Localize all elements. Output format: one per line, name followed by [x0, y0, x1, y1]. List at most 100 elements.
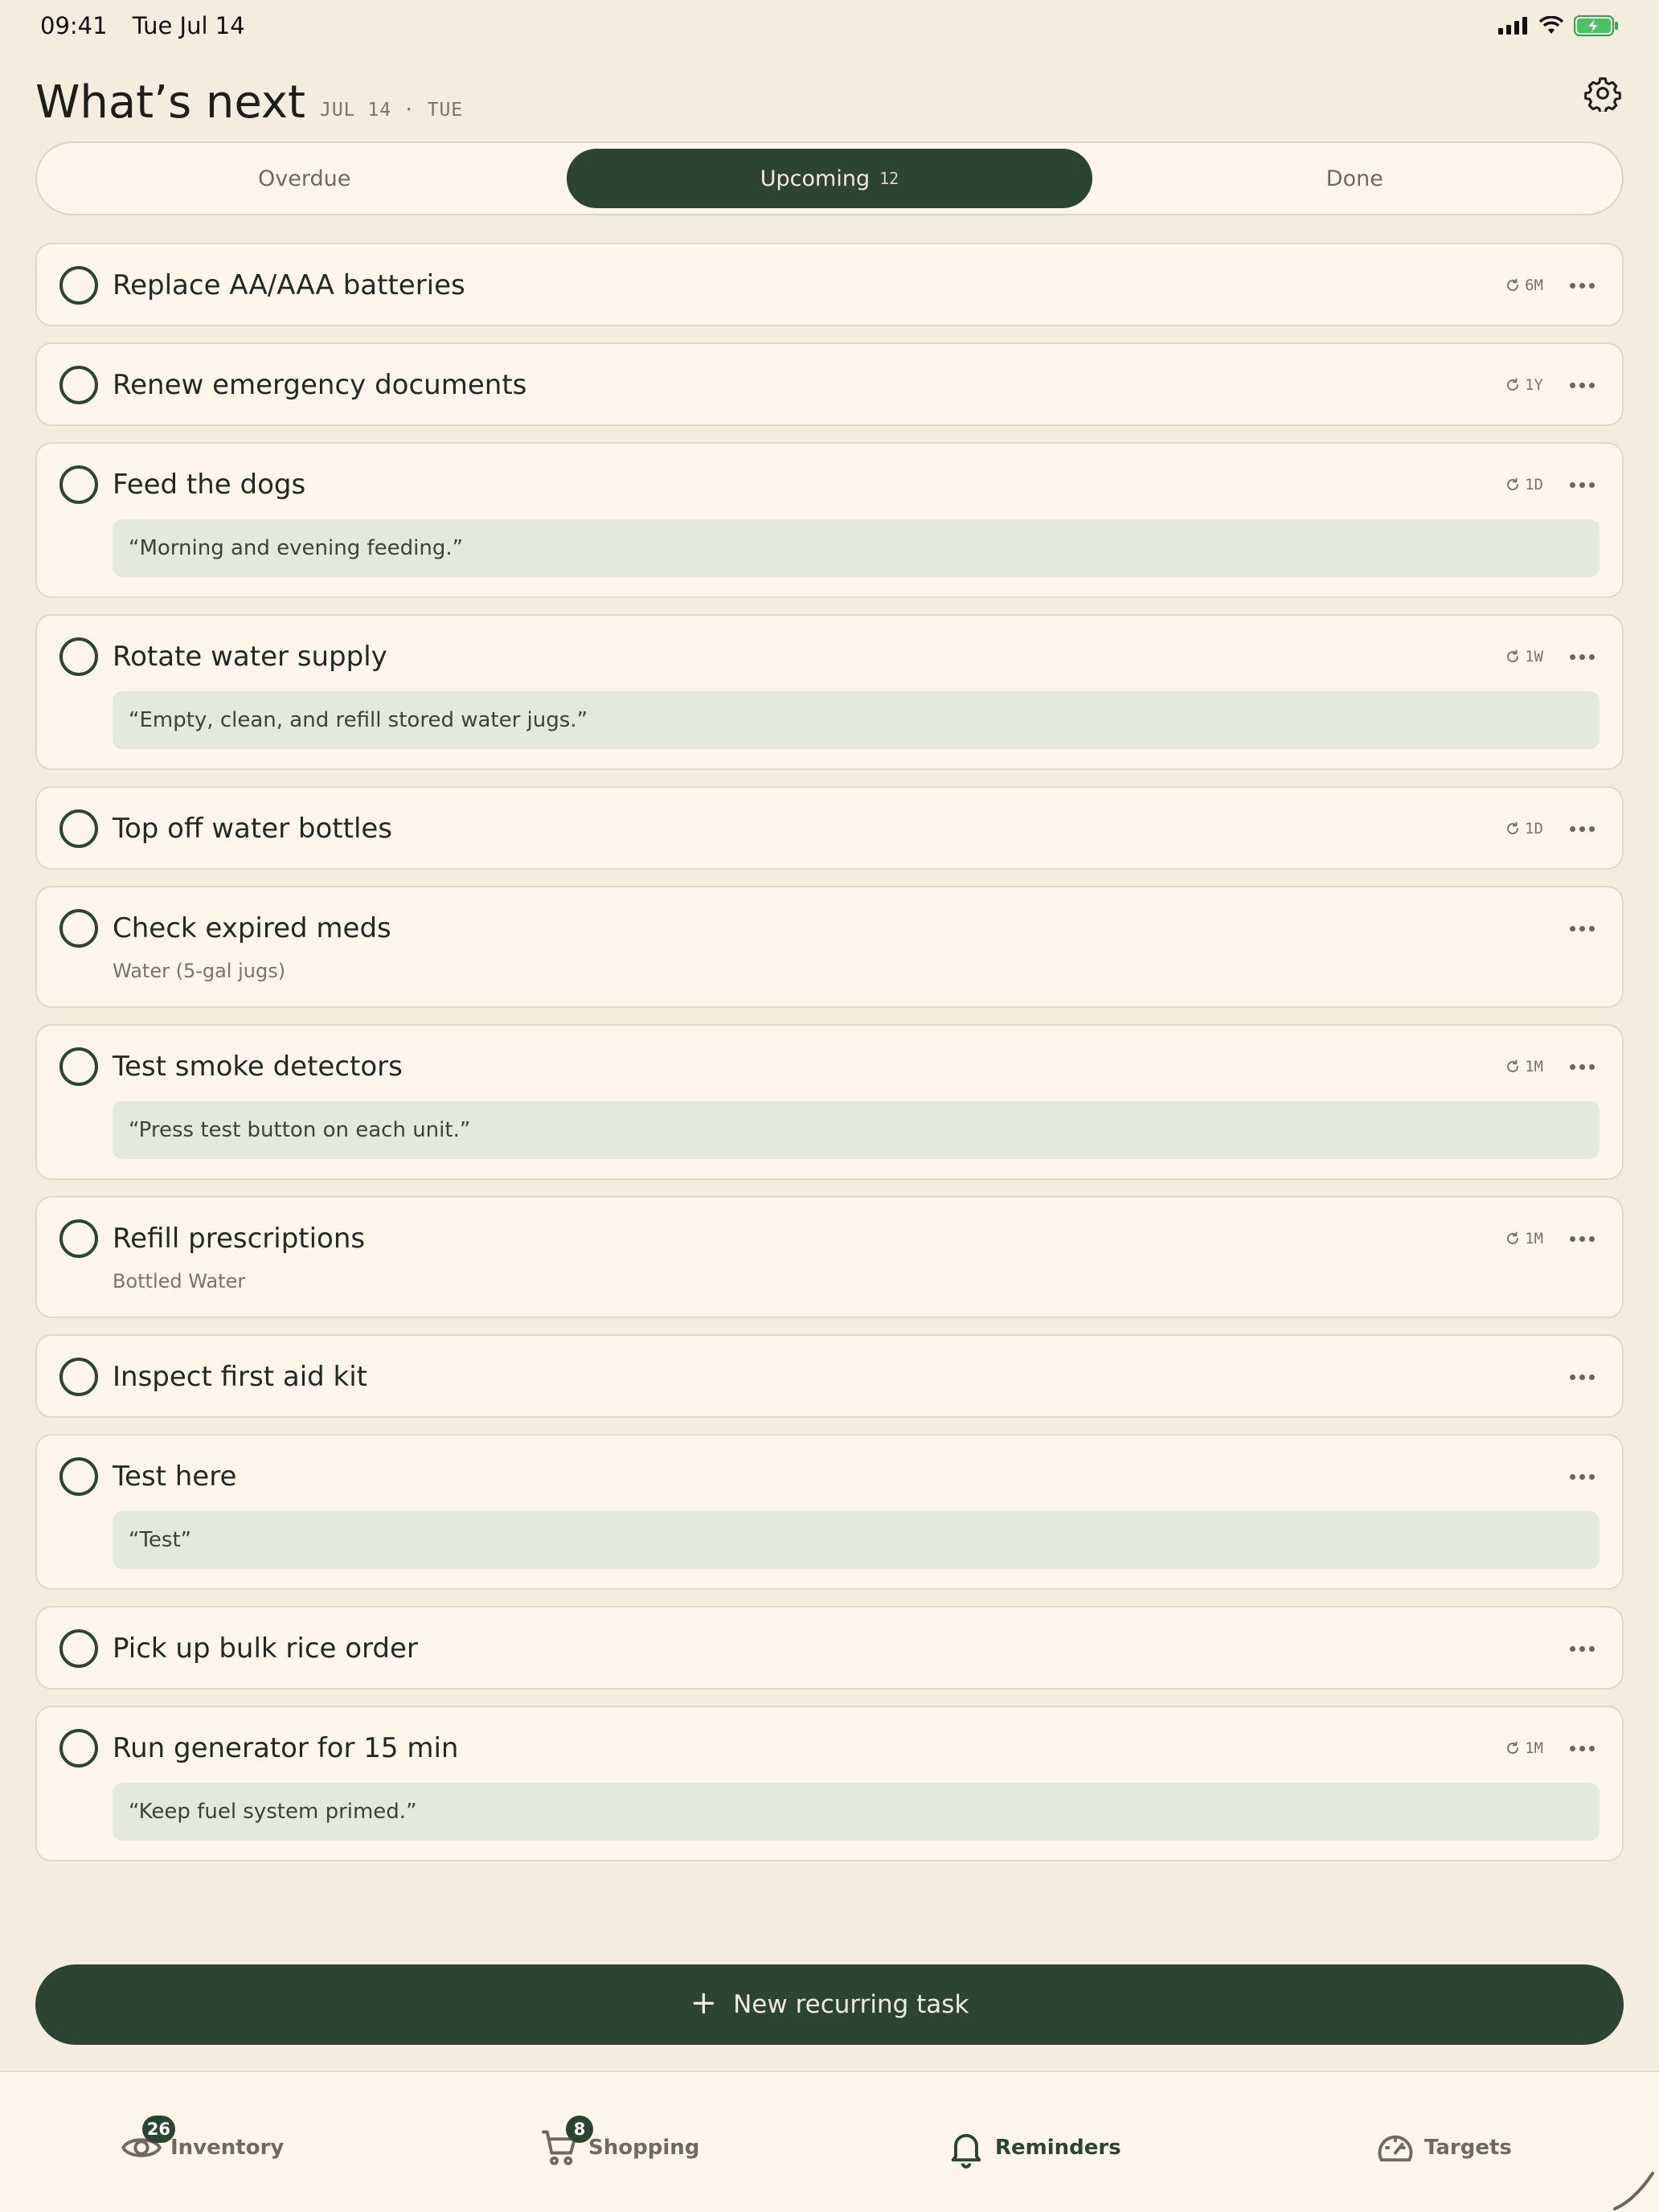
task-title: Refill prescriptions	[113, 1223, 366, 1255]
status-time: 09:41	[40, 12, 108, 39]
dot	[1588, 1745, 1595, 1751]
recurrence-interval: 1M	[1525, 1058, 1543, 1075]
task-card[interactable]: Inspect first aid kit	[35, 1334, 1624, 1418]
recurrence-interval: 1M	[1525, 1739, 1543, 1757]
complete-checkbox[interactable]	[59, 1219, 98, 1258]
dot	[1569, 481, 1575, 488]
task-card[interactable]: Feed the dogs 1D “Morning and evening feed…	[35, 442, 1624, 598]
more-options-button[interactable]	[1564, 1636, 1600, 1661]
complete-checkbox[interactable]	[59, 465, 98, 504]
gauge-icon	[1374, 2127, 1416, 2169]
more-options-button[interactable]	[1564, 1365, 1600, 1389]
more-options-button[interactable]	[1564, 1227, 1600, 1251]
cart-icon: 8	[539, 2116, 593, 2169]
task-title: Rotate water supply	[113, 641, 387, 673]
dot	[1579, 1063, 1585, 1070]
task-card[interactable]: Pick up bulk rice order	[35, 1606, 1624, 1690]
dot	[1569, 282, 1575, 289]
complete-checkbox[interactable]	[59, 909, 98, 948]
task-row: Renew emergency documents 1Y	[59, 365, 1600, 405]
more-options-button[interactable]	[1564, 645, 1600, 669]
more-options-button[interactable]	[1564, 1055, 1600, 1079]
task-card[interactable]: Top off water bottles 1D	[35, 786, 1624, 870]
dot	[1588, 282, 1595, 289]
more-options-button[interactable]	[1564, 1464, 1600, 1489]
page-date: JUL 14 · TUE	[319, 100, 464, 121]
task-note: “Morning and evening feeding.”	[113, 519, 1600, 577]
tabbar-item-targets[interactable]: Targets	[1374, 2125, 1512, 2170]
more-options-button[interactable]	[1564, 1736, 1600, 1760]
complete-checkbox[interactable]	[59, 1457, 98, 1496]
resize-handle-icon[interactable]	[1603, 2156, 1659, 2212]
status-icons	[1498, 15, 1619, 36]
page-header: What’s next JUL 14 · TUE	[35, 64, 1624, 129]
dot	[1569, 1063, 1575, 1070]
more-options-button[interactable]	[1564, 473, 1600, 497]
dot	[1579, 1473, 1585, 1480]
more-options-button[interactable]	[1564, 373, 1600, 397]
shopping-badge: 8	[566, 2116, 593, 2143]
recurrence-badge: 1Y	[1505, 376, 1543, 394]
tab-label: Overdue	[257, 166, 351, 191]
dot	[1579, 1645, 1585, 1652]
task-card[interactable]: Test smoke detectors 1M “Press test button…	[35, 1024, 1624, 1180]
complete-checkbox[interactable]	[59, 1629, 98, 1668]
dot	[1588, 653, 1595, 660]
task-row: Feed the dogs 1D	[59, 465, 1600, 505]
complete-checkbox[interactable]	[59, 637, 98, 676]
dot	[1569, 925, 1575, 932]
dot	[1569, 1473, 1575, 1480]
tab-label: Done	[1325, 166, 1383, 191]
task-card[interactable]: Refill prescriptions 1M Bottled Water	[35, 1196, 1624, 1318]
tab-done[interactable]: Done	[1092, 149, 1617, 208]
more-options-button[interactable]	[1564, 273, 1600, 297]
dot	[1588, 825, 1595, 832]
repeat-icon	[1507, 477, 1519, 490]
complete-checkbox[interactable]	[59, 1358, 98, 1396]
task-card[interactable]: Rotate water supply 1W “Empty, clean, and …	[35, 614, 1624, 770]
tabbar-label: Targets	[1424, 2136, 1512, 2160]
task-linked-item: Bottled Water	[113, 1270, 246, 1292]
new-recurring-task-button[interactable]: + New recurring task	[35, 1964, 1624, 2045]
dot	[1579, 382, 1585, 388]
task-title: Renew emergency documents	[113, 369, 527, 401]
tab-overdue[interactable]: Overdue	[42, 149, 567, 208]
recurrence-interval: 1M	[1525, 1230, 1543, 1247]
task-note: “Keep fuel system primed.”	[113, 1783, 1600, 1841]
battery-icon	[1574, 15, 1618, 36]
task-card[interactable]: Run generator for 15 min 1M “Keep fuel sys…	[35, 1706, 1624, 1862]
tabbar-item-shopping[interactable]: 8 Shopping	[539, 2116, 700, 2170]
complete-checkbox[interactable]	[59, 1047, 98, 1086]
more-options-button[interactable]	[1564, 916, 1600, 940]
complete-checkbox[interactable]	[59, 809, 98, 848]
complete-checkbox[interactable]	[59, 1729, 98, 1768]
task-row: Check expired meds	[59, 908, 1600, 948]
tab-label: Upcoming	[760, 166, 870, 191]
tabbar-item-inventory[interactable]: 26 Inventory	[121, 2116, 284, 2170]
task-title: Check expired meds	[113, 912, 391, 944]
tabbar-item-reminders[interactable]: Reminders	[945, 2125, 1121, 2170]
dot	[1569, 1374, 1575, 1380]
task-card[interactable]: Test here “Test”	[35, 1434, 1624, 1590]
task-row: Pick up bulk rice order	[59, 1628, 1600, 1669]
eye-icon: 26	[121, 2116, 175, 2169]
dot	[1569, 653, 1575, 660]
dot	[1579, 925, 1585, 932]
recurrence-badge: 1W	[1505, 648, 1543, 666]
task-title: Run generator for 15 min	[113, 1732, 459, 1764]
recurrence-interval: 1W	[1525, 648, 1543, 666]
task-row: Test here	[59, 1456, 1600, 1497]
settings-button[interactable]	[1582, 72, 1624, 114]
task-row: Run generator for 15 min 1M	[59, 1728, 1600, 1768]
more-options-button[interactable]	[1564, 817, 1600, 841]
complete-checkbox[interactable]	[59, 366, 98, 404]
repeat-icon	[1507, 1231, 1519, 1244]
task-card[interactable]: Renew emergency documents 1Y	[35, 342, 1624, 426]
tab-upcoming[interactable]: Upcoming 12	[567, 149, 1092, 208]
complete-checkbox[interactable]	[59, 266, 98, 305]
tabbar-label: Shopping	[588, 2136, 700, 2160]
task-card[interactable]: Replace AA/AAA batteries 6M	[35, 243, 1624, 326]
task-card[interactable]: Check expired meds Water (5-gal jugs)	[35, 886, 1624, 1008]
status-date: Tue Jul 14	[132, 12, 245, 39]
recurrence-badge: 1D	[1505, 476, 1543, 494]
